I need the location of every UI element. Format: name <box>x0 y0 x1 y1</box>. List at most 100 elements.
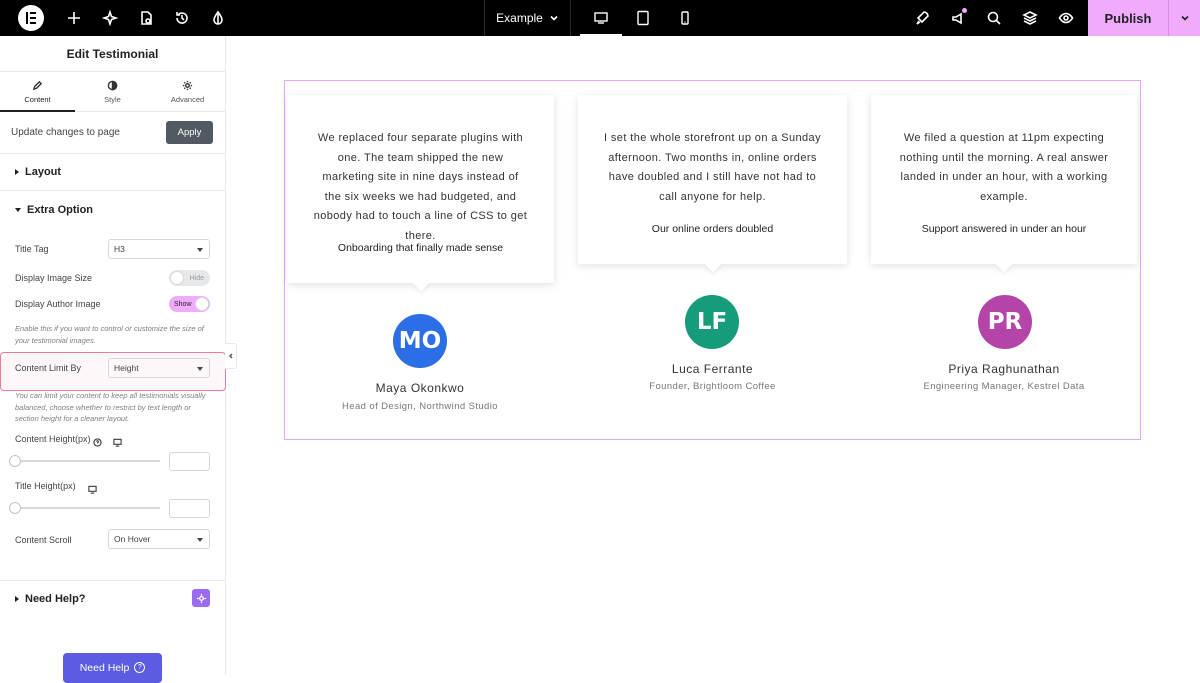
tablet-view-icon[interactable] <box>622 0 664 36</box>
half-circle-icon <box>107 80 118 90</box>
chevron-left-icon <box>228 353 233 359</box>
publish-button[interactable]: Publish <box>1088 0 1168 36</box>
display-image-size-toggle[interactable]: Hide <box>169 270 210 286</box>
title-height-input[interactable] <box>169 499 210 518</box>
testimonial-title: Our online orders doubled <box>651 223 774 235</box>
ai-assistant-icon[interactable] <box>192 589 210 607</box>
card-pointer <box>704 255 722 273</box>
testimonial-card: I set the whole storefront up on a Sunda… <box>578 95 847 273</box>
content-height-label: Content Height(px) <box>15 434 91 444</box>
testimonial-title: Support answered in under an hour <box>921 223 1087 235</box>
author-role: Founder, Brightloom Coffee <box>649 381 776 392</box>
ai-sparkle-icon[interactable] <box>92 0 128 36</box>
toggle-knob <box>195 297 209 311</box>
select-value: On Hover <box>114 534 151 544</box>
rocket-icon[interactable] <box>904 0 940 36</box>
section-label: Layout <box>25 166 62 178</box>
author-name: Luca Ferrante <box>671 362 754 376</box>
layers-icon[interactable] <box>1012 0 1048 36</box>
caret-right-icon <box>15 595 19 602</box>
desktop-responsive-icon[interactable] <box>113 434 122 452</box>
author-name: Maya Okonkwo <box>375 381 465 395</box>
section-label: Extra Option <box>27 203 94 216</box>
content-scroll-select[interactable]: On Hover <box>108 529 210 549</box>
title-tag-label: Title Tag <box>15 244 49 254</box>
display-image-size-label: Display Image Size <box>15 273 93 283</box>
title-height-label: Title Height(px) <box>15 481 76 491</box>
toggle-state: Show <box>174 300 192 308</box>
page-selector[interactable]: Example <box>484 0 571 36</box>
help-circle-icon[interactable] <box>93 434 102 452</box>
select-value: Height <box>114 363 139 373</box>
panel-title: Edit Testimonial <box>0 36 225 72</box>
content-scroll-label: Content Scroll <box>15 535 72 545</box>
content-limit-select[interactable]: Height <box>108 358 210 378</box>
avatar: LF <box>685 295 739 349</box>
notifications-icon[interactable] <box>940 0 976 36</box>
need-help-label: Need Help <box>79 662 130 674</box>
tab-style[interactable]: Style <box>75 72 150 111</box>
gear-icon <box>182 80 193 90</box>
top-bar: Example Publish <box>0 0 1200 36</box>
toggle-state: Hide <box>189 274 204 282</box>
caret-down-icon <box>197 248 203 252</box>
page-name: Example <box>496 11 543 25</box>
testimonial-title: Onboarding that finally made sense <box>337 242 504 254</box>
tab-advanced[interactable]: Advanced <box>150 72 225 111</box>
notification-dot <box>962 8 967 13</box>
pencil-icon <box>32 80 43 90</box>
content-height-slider-track[interactable] <box>15 460 160 462</box>
card-pointer <box>995 255 1013 273</box>
chevron-down-icon <box>550 15 558 21</box>
caret-down-icon <box>15 207 21 212</box>
testimonial-quote: We filed a question at 11pm expecting no… <box>899 132 1109 203</box>
section-layout[interactable]: Layout <box>0 154 225 191</box>
author-role: Engineering Manager, Kestrel Data <box>923 381 1085 392</box>
apply-button[interactable]: Apply <box>166 121 213 144</box>
collapse-panel-handle[interactable] <box>225 343 237 369</box>
preview-eye-icon[interactable] <box>1048 0 1084 36</box>
content-height-slider-handle[interactable] <box>9 455 21 467</box>
chevron-down-icon <box>1180 15 1189 21</box>
elementor-logo-icon[interactable] <box>18 5 44 31</box>
avatar: MO <box>393 314 447 368</box>
card-pointer <box>412 274 430 292</box>
caret-down-icon <box>197 367 203 371</box>
display-author-image-label: Display Author Image <box>15 299 101 309</box>
tab-label: Advanced <box>170 94 205 104</box>
content-height-input[interactable] <box>169 452 210 471</box>
avatar: PR <box>978 295 1032 349</box>
content-limit-label: Content Limit By <box>15 363 82 373</box>
select-value: H3 <box>114 244 125 254</box>
desktop-view-icon[interactable] <box>580 0 622 36</box>
content-limit-help: You can limit your content to keep all t… <box>15 391 206 423</box>
testimonial-quote: I set the whole storefront up on a Sunda… <box>604 132 821 203</box>
tab-label: Style <box>104 94 121 104</box>
section-extra-option[interactable]: Extra Option <box>0 191 225 228</box>
publish-options-button[interactable] <box>1168 0 1200 36</box>
display-author-image-toggle[interactable]: Show <box>169 296 210 312</box>
add-element-icon[interactable] <box>56 0 92 36</box>
tab-content[interactable]: Content <box>0 72 75 112</box>
author-image-help: Enable this if you want to control or cu… <box>15 324 204 345</box>
title-height-slider-track[interactable] <box>15 507 160 509</box>
mobile-view-icon[interactable] <box>664 0 706 36</box>
need-help-button[interactable]: Need Help ? <box>63 653 162 683</box>
author-role: Head of Design, Northwind Studio <box>342 401 498 412</box>
testimonial-card: We filed a question at 11pm expecting no… <box>871 95 1137 273</box>
caret-down-icon <box>197 538 203 542</box>
title-tag-select[interactable]: H3 <box>108 239 210 259</box>
tab-label: Content <box>24 94 51 104</box>
testimonial-widget[interactable]: We replaced four separate plugins with o… <box>284 80 1141 440</box>
search-icon[interactable] <box>976 0 1012 36</box>
section-label: Need Help? <box>25 592 86 605</box>
update-text: Update changes to page <box>11 127 120 138</box>
update-changes-row: Update changes to page Apply <box>0 112 225 154</box>
testimonial-quote: We replaced four separate plugins with o… <box>313 132 528 242</box>
title-height-slider-handle[interactable] <box>9 502 21 514</box>
page-settings-icon[interactable] <box>128 0 164 36</box>
theme-style-icon[interactable] <box>200 0 236 36</box>
history-icon[interactable] <box>164 0 200 36</box>
question-icon: ? <box>134 662 146 673</box>
desktop-responsive-icon[interactable] <box>88 481 97 499</box>
